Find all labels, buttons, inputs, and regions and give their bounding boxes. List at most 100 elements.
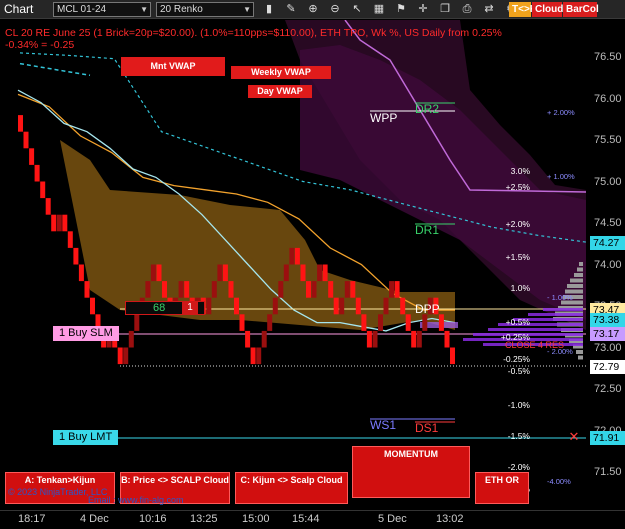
zoom-icon[interactable]: ⊕ <box>305 1 321 17</box>
renko-brick <box>222 264 228 282</box>
renko-brick <box>389 281 395 298</box>
profile-bar-grey <box>578 355 583 360</box>
session-percent-label: -0.25% <box>503 353 530 364</box>
renko-brick <box>29 148 35 165</box>
price-axis-tick: 74.50 <box>594 217 622 229</box>
renko-brick <box>184 281 190 298</box>
chart-header: CL 20 RE June 25 (1 Brick=20p=$20.00). (… <box>5 27 502 51</box>
renko-brick <box>206 297 212 315</box>
renko-brick <box>128 330 134 348</box>
time-axis[interactable]: 18:17 4 Dec 10:16 13:25 15:00 15:44 5 Dec 13:02 <box>0 510 625 529</box>
time-axis-tick: 13:25 <box>190 513 218 525</box>
print-icon[interactable]: ⎙ <box>459 1 475 17</box>
zoom-out-icon[interactable]: ⊖ <box>327 1 343 17</box>
instrument-value: MCL 01-24 <box>57 4 107 15</box>
renko-brick <box>18 115 23 132</box>
price-tag: 71.91 <box>590 431 625 445</box>
time-axis-tick: 15:44 <box>292 513 320 525</box>
session-percent-label: +0.25% <box>500 331 530 342</box>
signal-eth-or[interactable]: ETH OR <box>475 472 529 504</box>
cloud-toggle-button[interactable]: Cloud <box>532 2 563 17</box>
renko-brick <box>45 198 51 215</box>
ws1-label: WS1 <box>370 418 397 432</box>
price-axis-tick: 75.00 <box>594 175 622 188</box>
profile-bar-grey <box>577 267 583 272</box>
cursor-icon[interactable]: ↖ <box>349 1 365 17</box>
weekly-percent-label: - 2.00% <box>547 346 573 356</box>
profile-bar-grey <box>567 284 583 288</box>
renko-brick <box>250 347 256 365</box>
renko-brick <box>67 231 73 248</box>
profile-bar-grey <box>570 278 583 283</box>
session-percent-label: +2.0% <box>505 218 530 229</box>
renko-brick <box>422 314 428 331</box>
renko-brick <box>378 314 383 331</box>
session-percent-label: 1.0% <box>510 283 530 294</box>
weekly-percent-label: + 1.00% <box>547 172 575 182</box>
monthly-vwap-label: Mnt VWAP <box>121 57 225 76</box>
renko-brick <box>416 330 422 348</box>
renko-brick <box>289 247 295 265</box>
position-box[interactable]: 68 1 <box>125 301 205 315</box>
renko-brick <box>344 281 350 298</box>
price-axis-tick: 74.00 <box>594 258 622 271</box>
grid-icon[interactable]: ▦ <box>371 1 387 17</box>
renko-brick <box>400 297 406 315</box>
signal-kijun-scalp-cloud[interactable]: C: Kijun <> Scalp Cloud <box>235 472 348 504</box>
crosshair-icon[interactable]: ✛ <box>415 1 431 17</box>
bar-style-icon[interactable]: ▮ <box>261 1 277 17</box>
renko-brick <box>156 264 162 282</box>
session-percent-label: +1.5% <box>505 251 530 262</box>
renko-brick <box>245 330 251 348</box>
renko-brick <box>62 214 68 232</box>
session-percent-label: +0.5% <box>505 316 530 327</box>
renko-brick <box>239 314 245 331</box>
email-watermark: Email : www.fin-alg.com <box>88 495 184 505</box>
renko-brick <box>328 281 334 298</box>
renko-brick <box>78 264 84 282</box>
renko-brick <box>73 247 79 265</box>
bars-type-selector[interactable]: 20 Renko ▼ <box>156 2 254 17</box>
session-percent-label: -0.5% <box>507 366 530 377</box>
renko-brick <box>272 297 278 315</box>
profile-bar-grey <box>576 350 583 354</box>
time-axis-tick: 5 Dec <box>378 513 407 525</box>
bars-type-value: 20 Renko <box>160 4 203 15</box>
time-axis-tick: 18:17 <box>18 513 46 525</box>
signal-momentum[interactable]: MOMENTUM <box>352 446 470 498</box>
day-vwap-label: Day VWAP <box>248 85 312 98</box>
renko-brick <box>372 330 378 348</box>
renko-brick <box>178 281 184 298</box>
chart-window-title: Chart <box>4 2 34 16</box>
flag-icon[interactable]: ⚑ <box>393 1 409 17</box>
ds1-label: DS1 <box>415 421 439 435</box>
price-axis-tick: 71.50 <box>594 466 622 478</box>
renko-brick <box>333 297 339 315</box>
renko-brick <box>383 297 389 315</box>
buy-lmt-order-label[interactable]: 1 Buy LMT <box>53 430 119 445</box>
draw-pencil-icon[interactable]: ✎ <box>283 1 299 17</box>
renko-brick <box>211 281 217 298</box>
copy-icon[interactable]: ❐ <box>437 1 453 17</box>
arrow-icon[interactable]: ⇄ <box>481 1 497 17</box>
profile-bar-purple <box>528 313 583 316</box>
renko-brick <box>51 214 57 232</box>
tk-toggle-button[interactable]: T<>K <box>509 2 537 17</box>
instrument-selector[interactable]: MCL 01-24 ▼ <box>53 2 151 17</box>
weekly-vwap-early-line <box>19 62 91 77</box>
profile-bar-grey <box>579 262 583 266</box>
buy-slm-order-label[interactable]: 1 Buy SLM <box>53 326 119 341</box>
renko-brick <box>34 164 40 182</box>
renko-brick <box>234 297 239 315</box>
time-axis-tick: 13:02 <box>436 513 464 525</box>
price-tag: 74.27 <box>590 236 625 250</box>
cancel-order-icon[interactable]: ✕ <box>568 430 580 444</box>
barcol-toggle-button[interactable]: BarCol <box>563 2 599 17</box>
renko-brick <box>394 281 400 298</box>
renko-brick <box>317 264 323 282</box>
renko-brick <box>40 181 46 199</box>
wpp-label: WPP <box>370 111 398 125</box>
price-axis-tick: 76.50 <box>594 51 622 63</box>
chevron-down-icon: ▼ <box>243 5 251 14</box>
renko-brick <box>56 214 62 232</box>
